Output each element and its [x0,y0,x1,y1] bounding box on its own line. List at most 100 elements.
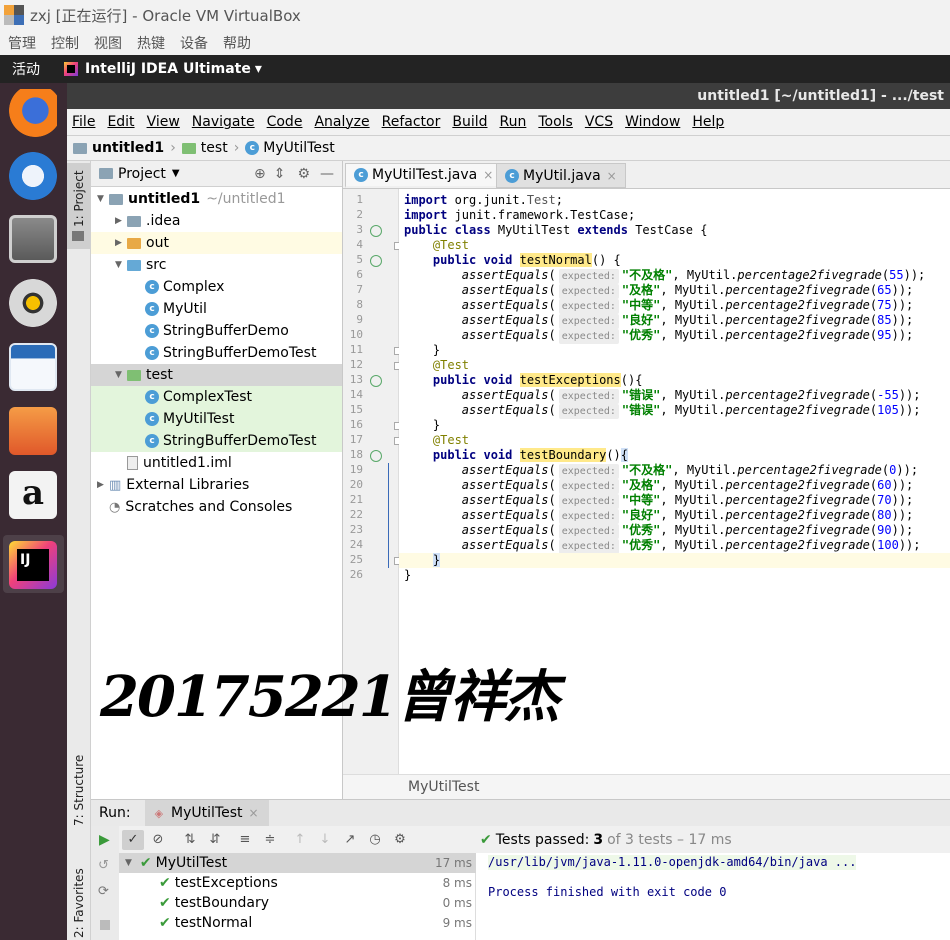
chevron-down-icon[interactable]: ▼ [115,370,127,380]
tree-item[interactable]: c Complex [91,276,342,298]
tree-item[interactable]: untitled1.iml [91,452,342,474]
menu-vcs[interactable]: VCS [585,114,613,130]
tool-window-favorites[interactable]: 2: Favorites [72,868,86,938]
vbox-menu-item[interactable]: 控制 [51,33,79,53]
menu-build[interactable]: Build [452,114,487,130]
app-menu-button[interactable]: IntelliJ IDEA Ultimate ▾ [64,61,262,77]
previous-icon[interactable]: ↑ [289,830,311,850]
chevron-down-icon[interactable]: ▼ [125,858,132,868]
run-console[interactable]: /usr/lib/jvm/java-1.11.0-openjdk-amd64/b… [476,853,950,940]
chevron-down-icon[interactable]: ▼ [115,260,127,270]
tree-item[interactable]: ◔ Scratches and Consoles [91,496,342,518]
menu-file[interactable]: File [72,114,95,130]
tab-myutiltest[interactable]: c MyUtilTest.java × [345,163,503,188]
firefox-icon[interactable] [9,89,57,137]
tool-window-structure[interactable]: 7: Structure [72,755,86,826]
tab-myutil[interactable]: c MyUtil.java × [496,163,626,188]
nav-crumb-folder[interactable]: test [201,140,228,156]
tree-item[interactable]: ▶ out [91,232,342,254]
run-test-icon[interactable] [370,255,382,267]
nav-crumb-file[interactable]: MyUtilTest [263,140,334,156]
menu-analyze[interactable]: Analyze [314,114,369,130]
run-test-icon[interactable] [370,225,382,237]
menu-help[interactable]: Help [692,114,724,130]
test-result-row[interactable]: ✔ testExceptions 8 ms [119,873,476,893]
sort-alpha-icon[interactable]: ⇅ [179,830,201,850]
run-test-icon[interactable] [370,375,382,387]
menu-window[interactable]: Window [625,114,680,130]
chevron-down-icon[interactable]: ▼ [172,168,180,179]
writer-icon[interactable] [9,343,57,391]
expand-all-icon[interactable]: ≡ [234,830,256,850]
stop-icon[interactable] [100,920,110,930]
vbox-menu-item[interactable]: 设备 [180,33,208,53]
vbox-menu-item[interactable]: 热键 [137,33,165,53]
intellij-icon[interactable]: IJ [9,541,57,589]
close-icon[interactable]: × [607,169,617,183]
tree-item[interactable]: c StringBufferDemoTest [91,342,342,364]
files-icon[interactable] [9,215,57,263]
collapse-icon[interactable]: ⇕ [274,166,286,182]
thunderbird-icon[interactable] [9,152,57,200]
show-passed-icon[interactable]: ✓ [122,829,144,850]
tree-item[interactable]: ▶ ▥ External Libraries [91,474,342,496]
rerun-failed-icon[interactable]: ↺ [98,858,109,873]
collapse-all-icon[interactable]: ≑ [259,830,281,850]
sort-duration-icon[interactable]: ⇵ [204,830,226,850]
string-literal: "优秀" [621,328,661,342]
tool-window-project[interactable]: 1: Project [72,170,86,227]
menu-run[interactable]: Run [500,114,527,130]
locate-icon[interactable]: ⊕ [254,166,266,182]
chevron-down-icon[interactable]: ▼ [97,194,109,204]
tree-item[interactable]: ▼ untitled1 ~/untitled1 [91,188,342,210]
close-icon[interactable]: × [483,168,493,182]
close-icon[interactable]: × [248,806,258,820]
editor-tabs: c MyUtilTest.java × c MyUtil.java × [343,161,950,189]
test-result-row[interactable]: ▼ ✔ MyUtilTest 17 ms [119,853,476,873]
run-test-icon[interactable] [370,450,382,462]
amazon-icon[interactable]: a [9,471,57,519]
history-icon[interactable]: ◷ [364,830,386,850]
tree-item[interactable]: c MyUtil [91,298,342,320]
menu-tools[interactable]: Tools [538,114,573,130]
show-ignored-icon[interactable]: ⊘ [147,830,169,850]
menu-view[interactable]: View [147,114,180,130]
tree-item[interactable]: c ComplexTest [91,386,342,408]
tree-item[interactable]: c StringBufferDemo [91,320,342,342]
vbox-menu-item[interactable]: 管理 [8,33,36,53]
export-icon[interactable]: ↗ [339,830,361,850]
ubuntu-dock: a IJ [0,83,67,940]
nav-crumb-project[interactable]: untitled1 [92,140,164,156]
minimize-icon[interactable]: — [320,166,334,182]
string-literal: "及格" [621,283,661,297]
menu-edit[interactable]: Edit [107,114,134,130]
menu-refactor[interactable]: Refactor [382,114,441,130]
project-view-selector[interactable]: Project [118,166,166,182]
tree-item[interactable]: ▼ test [91,364,342,386]
editor-breadcrumb[interactable]: MyUtilTest [343,774,950,799]
next-icon[interactable]: ↓ [314,830,336,850]
vbox-menu-item[interactable]: 帮助 [223,33,251,53]
rerun-icon[interactable]: ▶ [99,832,110,848]
run-tab[interactable]: ◈ MyUtilTest × [144,799,269,827]
rhythmbox-icon[interactable] [9,279,57,327]
test-result-row[interactable]: ✔ testBoundary 0 ms [119,893,476,913]
chevron-right-icon[interactable]: ▶ [97,480,109,490]
tree-item[interactable]: c StringBufferDemoTest [91,430,342,452]
chevron-right-icon[interactable]: ▶ [115,238,127,248]
gear-icon[interactable]: ⚙ [297,166,310,182]
settings-icon[interactable]: ⚙ [389,830,411,850]
tree-item[interactable]: ▼ src [91,254,342,276]
tree-item[interactable]: c MyUtilTest [91,408,342,430]
menu-navigate[interactable]: Navigate [192,114,255,130]
chevron-right-icon[interactable]: ▶ [115,216,127,226]
code-token: percentage2fivegrade [737,268,882,282]
activities-button[interactable]: 活动 [0,59,64,79]
menu-code[interactable]: Code [267,114,303,130]
software-center-icon[interactable] [9,407,57,455]
toggle-auto-test-icon[interactable]: ⟳ [98,884,109,899]
test-result-row[interactable]: ✔ testNormal 9 ms [119,913,476,933]
vbox-menu-item[interactable]: 视图 [94,33,122,53]
tree-item[interactable]: ▶ .idea [91,210,342,232]
